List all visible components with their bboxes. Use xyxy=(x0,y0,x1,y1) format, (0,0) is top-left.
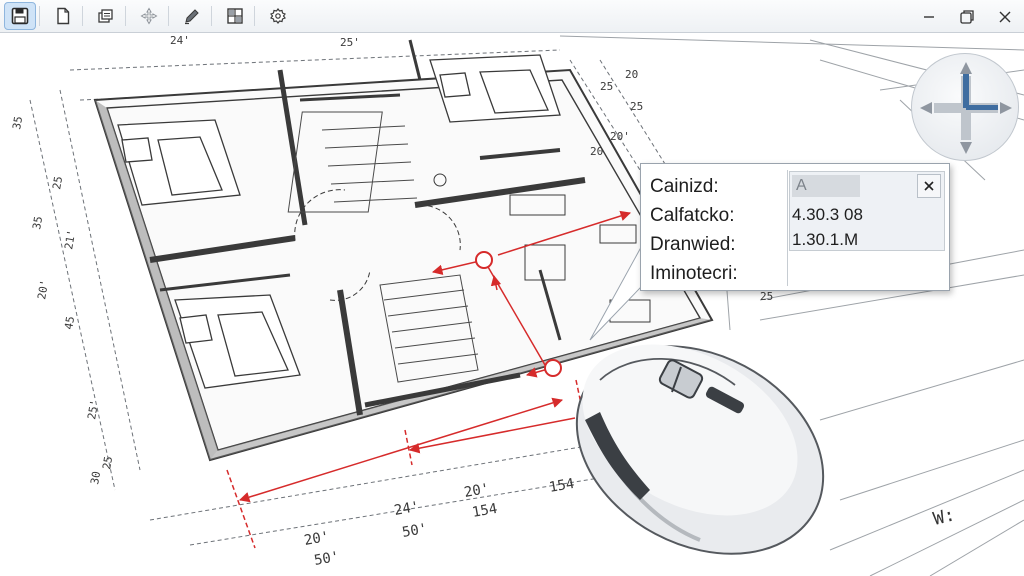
maximize-button[interactable] xyxy=(948,0,986,33)
settings-icon xyxy=(270,8,286,24)
pencil-button[interactable] xyxy=(176,2,208,30)
dim-right-5: 20 xyxy=(590,145,603,158)
toolbar-separator xyxy=(254,6,255,26)
close-icon xyxy=(924,181,934,191)
move-button[interactable] xyxy=(133,2,165,30)
toolbar-separator xyxy=(125,6,126,26)
toolbar xyxy=(0,0,1024,33)
dim-left-4: 45 xyxy=(62,315,77,330)
toolbar-separator xyxy=(39,6,40,26)
dim-left-8: 30 xyxy=(88,470,103,485)
tooltip-divider xyxy=(787,170,788,286)
minimize-button[interactable] xyxy=(910,0,948,33)
toolbar-separator xyxy=(168,6,169,26)
dim-right-6: 25 xyxy=(760,290,773,303)
toolbar-separator xyxy=(211,6,212,26)
save-button[interactable] xyxy=(4,2,36,30)
close-icon xyxy=(999,11,1011,22)
grid-button[interactable] xyxy=(219,2,251,30)
dim-right-3: 20' xyxy=(610,130,630,143)
dim-left-1: 35 xyxy=(10,115,25,130)
tooltip-label: Dranwied: xyxy=(650,234,736,255)
minimize-icon xyxy=(924,15,934,18)
dim-top-1: 24' xyxy=(170,34,190,47)
move-icon xyxy=(140,7,158,25)
compass-icon xyxy=(920,62,1012,154)
tooltip-labels: Cainizd: Calfatcko: Dranwied: Iminotecri… xyxy=(650,172,790,288)
tooltip-value: 4.30.3 08 xyxy=(792,205,863,224)
tooltip-value: 1.30.1.M xyxy=(792,230,859,249)
maximize-icon xyxy=(960,9,974,24)
layers-button[interactable] xyxy=(90,2,122,30)
pencil-icon xyxy=(185,9,199,25)
drawing-canvas[interactable]: 24' 25' 35 35 20' 45 21' 25' 25 25 25 20… xyxy=(0,33,1024,576)
dim-left-2: 35 xyxy=(30,215,45,230)
tooltip-value-panel: A 4.30.3 08 1.30.1.M xyxy=(789,171,945,251)
layers-icon xyxy=(98,9,113,23)
measurement-tooltip: Cainizd: Calfatcko: Dranwied: Iminotecri… xyxy=(640,163,950,291)
measure-point-b[interactable] xyxy=(544,359,562,377)
window-controls xyxy=(910,0,1024,33)
save-icon xyxy=(11,7,29,25)
measure-point-a[interactable] xyxy=(475,251,493,269)
close-window-button[interactable] xyxy=(986,0,1024,33)
dim-left-7: 25 xyxy=(100,455,115,470)
settings-button[interactable] xyxy=(262,2,294,30)
dim-right-1: 25 xyxy=(600,80,613,93)
tooltip-label: Calfatcko: xyxy=(650,205,735,226)
navigation-cube[interactable] xyxy=(911,53,1019,161)
dim-top-2: 25' xyxy=(340,36,360,49)
tooltip-close-button[interactable] xyxy=(917,174,941,198)
new-document-icon xyxy=(57,7,70,25)
dim-right-4: 20 xyxy=(625,68,638,81)
toolbar-separator xyxy=(82,6,83,26)
tooltip-input-field[interactable]: A xyxy=(792,175,860,197)
new-document-button[interactable] xyxy=(47,2,79,30)
dim-left-9: 25 xyxy=(50,175,65,190)
dim-right-2: 25 xyxy=(630,100,643,113)
tooltip-label: Cainizd: xyxy=(650,176,719,197)
tooltip-label: Iminotecri: xyxy=(650,263,738,284)
grid-icon xyxy=(227,8,243,24)
